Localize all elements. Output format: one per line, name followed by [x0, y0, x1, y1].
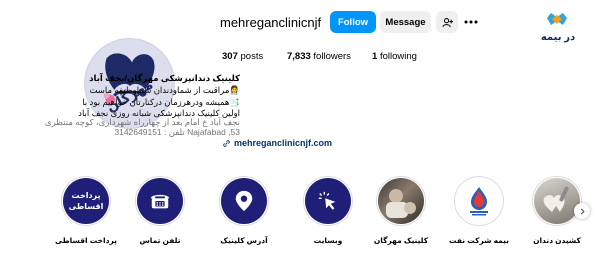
- follow-button[interactable]: Follow: [330, 11, 376, 33]
- more-options-button[interactable]: [462, 11, 480, 33]
- highlight-label: کلینیک مهرگان: [373, 236, 429, 245]
- highlight-label: آدرس کلینیک: [220, 236, 268, 245]
- highlight-installment[interactable]: پرداخت اقساطی پرداخت اقساطی: [55, 176, 117, 245]
- add-user-icon: [441, 17, 453, 27]
- profile-display-name: کلینیک دندانپزشکی مهرگان/نجف آباد: [89, 73, 240, 83]
- clinic-photo-icon: [378, 178, 424, 224]
- chevron-right-icon: [580, 207, 585, 215]
- highlight-label: پرداخت اقساطی: [55, 236, 117, 245]
- highlight-label: وبسایت: [313, 236, 343, 245]
- bio-line: 📑همیشه ودرهرزمان درکنارتان خواهیم بود با: [82, 97, 240, 107]
- highlight-address[interactable]: آدرس کلینیک: [213, 176, 275, 245]
- installment-text-icon: پرداخت اقساطی: [63, 178, 109, 224]
- website-link-text: mehreganclinicnjf.com: [234, 138, 333, 148]
- highlight-inner-text: پرداخت اقساطی: [68, 191, 104, 211]
- suggested-users-button[interactable]: [436, 11, 458, 33]
- cursor-click-icon: [318, 191, 336, 210]
- link-icon: [223, 139, 230, 147]
- extraction-photo-scene: [543, 186, 569, 212]
- bio-line: 👩‍⚕️مراقبت از شماودندان شماوظیفه ماست: [89, 85, 240, 95]
- posts-stat: 307 posts: [222, 51, 263, 62]
- highlight-clinic[interactable]: کلینیک مهرگان: [370, 176, 432, 245]
- highlight-oil-insurance[interactable]: بیمه شرکت نفت: [448, 176, 510, 245]
- highlights-next-button[interactable]: [574, 203, 590, 219]
- posts-count: 307: [222, 51, 238, 62]
- message-button[interactable]: Message: [380, 11, 431, 33]
- followers-count: 7,833: [287, 51, 311, 62]
- bio-phone-line: Najafabad ,53 تلفن : 3142649151: [114, 127, 240, 137]
- following-count: 1: [372, 51, 378, 62]
- corner-brand-logo: در بیمه: [525, 10, 591, 48]
- highlight-label: کشیدن دندان: [533, 236, 581, 245]
- following-stat[interactable]: 1 following: [372, 51, 417, 62]
- tooth-extraction-photo-icon: [534, 178, 580, 224]
- followers-stat[interactable]: 7,833 followers: [287, 51, 351, 62]
- phone-icon: [150, 194, 170, 209]
- oil-company-logo-icon: [470, 187, 488, 216]
- highlight-label: تلفن تماس: [139, 236, 181, 245]
- highlight-label: بیمه شرکت نفت: [448, 236, 510, 245]
- location-pin-icon: [235, 190, 253, 212]
- highlight-phone[interactable]: تلفن تماس: [129, 176, 191, 245]
- clinic-photo-scene: [386, 189, 416, 218]
- more-icon: [464, 20, 478, 24]
- highlight-website[interactable]: وبسایت: [297, 176, 359, 245]
- brand-mark-icon: [547, 13, 567, 25]
- website-link[interactable]: mehreganclinicnjf.com: [222, 138, 332, 148]
- following-label: following: [379, 51, 417, 62]
- corner-logo-text: در بیمه: [540, 32, 576, 43]
- profile-username: mehreganclinicnjf: [220, 15, 322, 30]
- followers-label: followers: [313, 51, 351, 62]
- posts-label: posts: [240, 51, 264, 62]
